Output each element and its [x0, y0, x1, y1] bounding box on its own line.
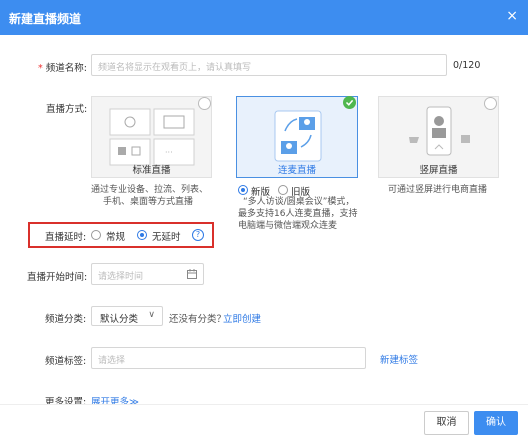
- start-time-placeholder: 请选择时间: [98, 272, 144, 282]
- cancel-button[interactable]: 取消: [424, 411, 469, 435]
- delay-label: 直播延时:: [45, 232, 87, 243]
- start-time-input[interactable]: 请选择时间: [91, 263, 204, 285]
- card-costream-label: 连麦直播: [277, 165, 316, 176]
- card-costream-check-icon: [343, 96, 356, 109]
- card-costream-desc-line: 电脑端与微信端观众连麦: [238, 221, 338, 231]
- start-time-label: 直播开始时间:: [27, 272, 88, 283]
- category-label: 频道分类:: [45, 314, 87, 325]
- dialog-title: 新建直播频道: [9, 12, 82, 26]
- channel-name-label: * 频道名称:: [38, 60, 87, 74]
- tags-label: 频道标签:: [45, 356, 87, 367]
- confirm-button[interactable]: 确认: [474, 411, 518, 435]
- costream-old-version-radio[interactable]: [278, 185, 288, 195]
- card-standard-label: 标准直播: [132, 165, 171, 176]
- chevron-down-icon: ∨: [148, 310, 155, 320]
- new-channel-dialog: 新建直播频道 × * 频道名称: 频道名将显示在观看页上，请认真填写 0/120…: [0, 0, 528, 439]
- tags-placeholder: 请选择: [98, 356, 126, 366]
- delay-normal-label: 常规: [106, 232, 126, 243]
- create-category-link[interactable]: 立即创建: [223, 311, 261, 325]
- card-costream-desc-line: “多人访谈/圆桌会议”模式，: [243, 197, 355, 207]
- card-vertical-radio[interactable]: [484, 97, 497, 110]
- channel-name-label-text: 频道名称:: [45, 63, 87, 74]
- card-costream-desc: “多人访谈/圆桌会议”模式， 最多支持16人连麦直播，支持 电脑端与微信端观众连…: [238, 196, 378, 232]
- card-vertical-desc-line: 可通过竖屏进行电商直播: [388, 185, 488, 195]
- tags-select[interactable]: 请选择: [91, 347, 366, 369]
- channel-name-placeholder: 频道名将显示在观看页上，请认真填写: [98, 63, 252, 73]
- card-vertical-label: 竖屏直播: [419, 165, 458, 176]
- card-standard-radio[interactable]: [198, 97, 211, 110]
- live-mode-label: 直播方式:: [46, 104, 88, 115]
- card-standard-desc: 通过专业设备、拉流、列表、 手机、桌面等方式直播: [91, 184, 226, 208]
- close-icon[interactable]: ×: [506, 8, 518, 24]
- card-standard-desc-line: 通过专业设备、拉流、列表、: [91, 185, 209, 195]
- channel-name-input[interactable]: 频道名将显示在观看页上，请认真填写: [91, 54, 447, 76]
- card-standard-desc-line: 手机、桌面等方式直播: [103, 197, 194, 207]
- calendar-icon: [187, 269, 197, 279]
- question-circle-icon[interactable]: ?: [192, 229, 204, 241]
- delay-none-radio[interactable]: [137, 230, 147, 240]
- delay-none-label: 无延时: [152, 232, 181, 243]
- char-counter: 0/120: [453, 60, 481, 71]
- costream-new-version-radio[interactable]: [238, 185, 248, 195]
- required-mark: *: [38, 63, 43, 74]
- card-vertical-desc: 可通过竖屏进行电商直播: [388, 184, 518, 196]
- svg-text:···: ···: [165, 148, 173, 157]
- delay-normal-radio[interactable]: [91, 230, 101, 240]
- category-select[interactable]: 默认分类 ∨: [91, 306, 163, 326]
- card-costream-desc-line: 最多支持16人连麦直播，支持: [238, 209, 358, 219]
- category-selected-value: 默认分类: [100, 314, 139, 325]
- category-hint: 还没有分类？: [169, 314, 227, 325]
- dialog-titlebar: 新建直播频道 ×: [0, 0, 528, 35]
- new-tag-link[interactable]: 新建标签: [380, 352, 418, 366]
